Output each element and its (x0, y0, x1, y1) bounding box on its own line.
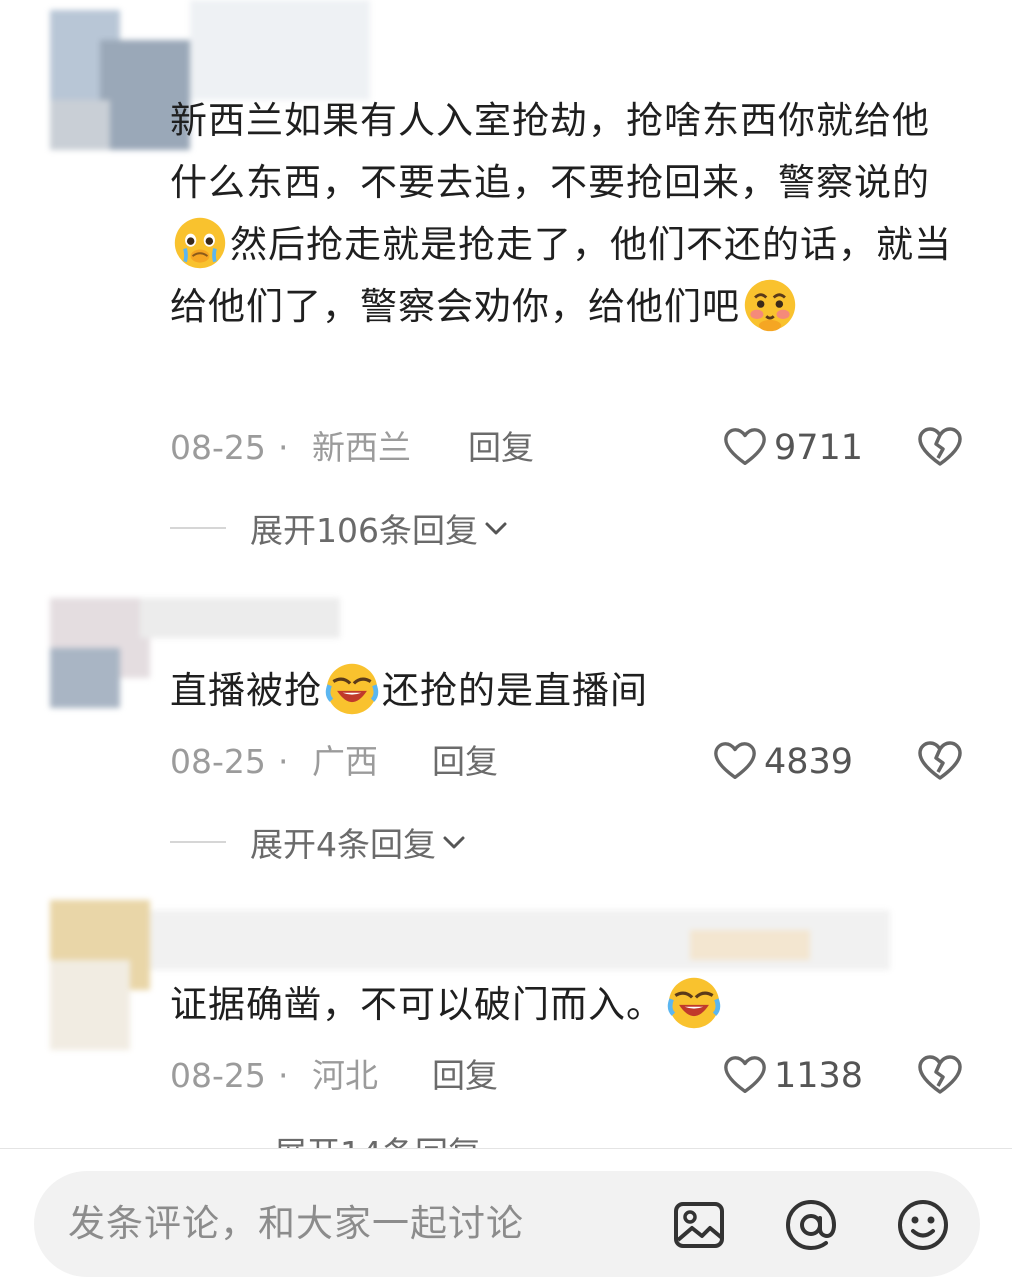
broken-heart-icon[interactable] (916, 1052, 964, 1100)
shy-pleading-emoji (744, 279, 796, 332)
like-count: 4839 (764, 742, 854, 782)
like-count: 1138 (774, 1056, 864, 1096)
comment-text-part: 然后抢走就是抢走了，他们不还的话，就当给他们了，警察会劝你，给他们吧 (170, 223, 952, 328)
meta-separator: · (278, 742, 289, 781)
like-button[interactable]: 4839 (712, 738, 853, 786)
like-button[interactable]: 9711 (722, 424, 863, 472)
comment-location: 广西 (312, 742, 378, 781)
comment-input[interactable]: 发条评论，和大家一起讨论 (34, 1171, 980, 1277)
comment-text-part: 直播被抢 (170, 669, 322, 712)
like-button[interactable]: 1138 (722, 1052, 863, 1100)
reply-button[interactable]: 回复 (432, 1056, 498, 1096)
pleading-cry-emoji (174, 217, 226, 269)
expand-replies-button[interactable]: 展开14条回复 (170, 1134, 481, 1148)
comment-date: 08-25 (170, 742, 266, 781)
emoji-face-icon[interactable] (896, 1198, 950, 1252)
comment-text: 直播被抢 还抢的是直播间 (170, 660, 960, 722)
comment-text: 证据确凿，不可以破门而入。 (170, 974, 960, 1036)
chevron-down-icon (485, 522, 507, 535)
broken-heart-icon[interactable] (916, 424, 964, 472)
expand-replies-label: 展开106条回复 (250, 511, 478, 550)
comment-text: 新西兰如果有人入室抢劫，抢啥东西你就给他什么东西，不要去追，不要抢回来，警察说的… (170, 90, 960, 338)
at-mention-icon[interactable] (784, 1198, 838, 1252)
expand-replies-button[interactable]: 展开4条回复 (170, 822, 468, 864)
divider-line (170, 841, 226, 843)
divider-line (170, 527, 226, 529)
expand-replies-label: 展开14条回复 (274, 1134, 481, 1148)
heart-icon (724, 428, 766, 466)
meta-separator: · (278, 428, 289, 467)
comment-location: 河北 (312, 1056, 378, 1095)
comment-location: 新西兰 (312, 428, 411, 467)
reply-button[interactable]: 回复 (432, 742, 498, 782)
comment-date: 08-25 (170, 1056, 266, 1095)
chevron-down-icon (443, 836, 465, 849)
comment-meta: 08-25 · 新西兰 回复 9711 (170, 427, 970, 468)
comment-date: 08-25 (170, 428, 266, 467)
image-icon[interactable] (672, 1198, 726, 1252)
laughing-crying-emoji (667, 977, 721, 1029)
comment-meta: 08-25 · 广西 回复 4839 (170, 741, 970, 782)
comment-meta: 08-25 · 河北 回复 1138 (170, 1055, 970, 1096)
comment-text-part: 新西兰如果有人入室抢劫，抢啥东西你就给他什么东西，不要去追，不要抢回来，警察说的 (170, 99, 930, 204)
comment-input-bar: 发条评论，和大家一起讨论 (0, 1149, 1012, 1280)
meta-separator: · (278, 1056, 289, 1095)
comment-input-placeholder: 发条评论，和大家一起讨论 (68, 1202, 524, 1245)
laughing-crying-emoji (325, 663, 379, 715)
comment-text-part: 证据确凿，不可以破门而入。 (170, 983, 664, 1026)
broken-heart-icon[interactable] (916, 738, 964, 786)
like-count: 9711 (774, 428, 864, 468)
heart-icon (714, 742, 756, 780)
heart-icon (724, 1056, 766, 1094)
comment-text-part: 还抢的是直播间 (382, 669, 648, 712)
expand-replies-button[interactable]: 展开106条回复 (170, 508, 510, 550)
reply-button[interactable]: 回复 (468, 428, 534, 468)
expand-replies-label: 展开4条回复 (250, 825, 436, 864)
